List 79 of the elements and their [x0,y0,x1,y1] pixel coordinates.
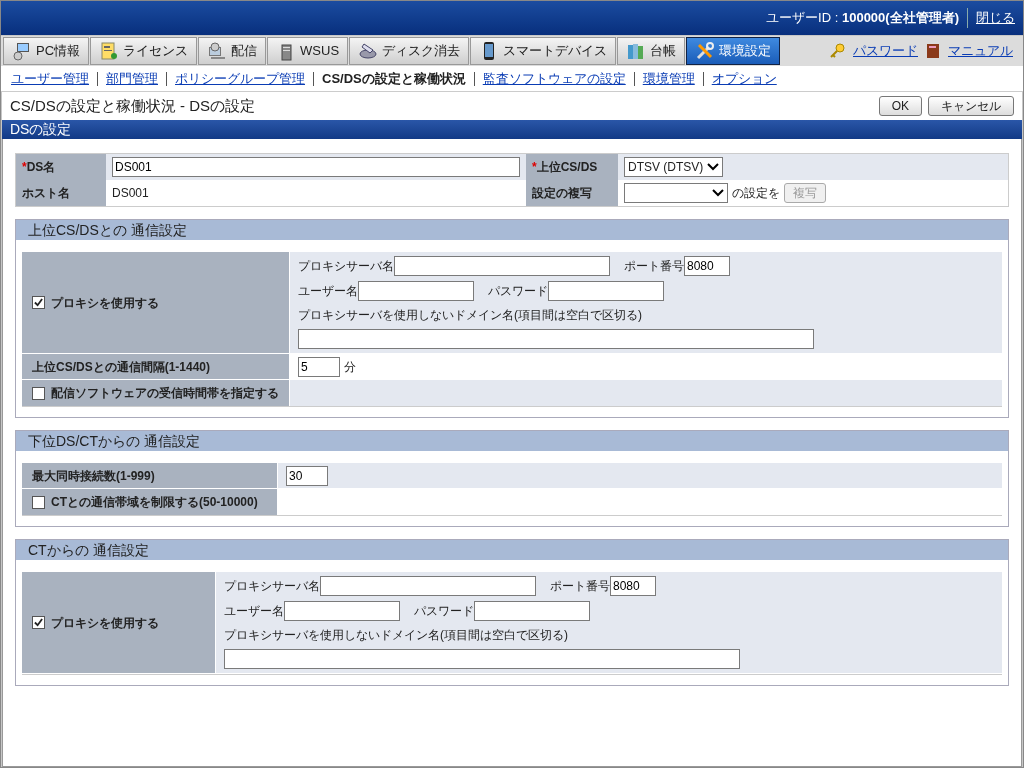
sub-navigation-link[interactable]: ポリシーグループ管理 [175,70,305,86]
row-label: 上位CS/DSとの通信間隔(1-1440) [32,358,211,376]
field-label: 設定の複写 [526,180,618,206]
nav-tab[interactable]: ライセンス [90,37,198,65]
field-label: パスワード [488,283,548,300]
password-field[interactable] [474,601,590,621]
nav-tab[interactable]: スマートデバイス [470,37,617,65]
sub-navigation-link[interactable]: 環境管理 [642,70,695,86]
user-name-field[interactable] [284,601,400,621]
sub-navigation-link[interactable]: オプション [711,70,777,86]
password-link[interactable]: パスワード [853,41,918,61]
field-label: ユーザー名 [224,603,284,620]
checkbox[interactable] [32,495,45,509]
row-label: プロキシを使用する [51,294,159,312]
field-label: ホスト名 [16,180,106,206]
excluded-domains-field[interactable] [298,329,814,349]
field-label: プロキシサーバ名 [298,258,394,275]
sub-navigation-link[interactable]: 部門管理 [106,70,158,86]
field-label: プロキシサーバ名 [224,578,320,595]
copy-source-select[interactable] [624,183,728,203]
nav-tab[interactable]: ディスク消去 [349,37,470,65]
chevron-down-icon [712,189,724,197]
required-mark: * [532,159,537,176]
proxy-server-field[interactable] [320,576,536,596]
row-label: CTとの通信帯域を制限する(50-10000) [51,494,258,511]
nav-tab[interactable]: 環境設定 [686,37,781,65]
upper-server-select[interactable]: DTSV (DTSV) [624,157,724,177]
ds-name-field[interactable]: DS001 [112,157,520,177]
field-label: ポート番号 [624,258,684,275]
field-label: パスワード [414,603,474,620]
port-field[interactable]: 8080 [610,576,656,596]
disk-icon [358,41,379,61]
page-title: CS/DSの設定と稼働状況 - DSの設定 [10,95,255,116]
manual-link[interactable]: マニュアル [948,41,1013,61]
field-label: DS名 [26,159,56,176]
host-name-value: DS001 [112,185,149,202]
proxy-server-field[interactable] [394,256,610,276]
checkbox[interactable] [32,616,45,629]
row-label: 配信ソフトウェアの受信時間帯を指定する [51,385,279,402]
computer-icon [12,41,32,61]
field-label: 上位CS/DS [536,159,598,176]
number-field[interactable]: 30 [286,465,328,486]
user-name-field[interactable] [358,281,474,301]
tools-icon [695,41,716,61]
sub-navigation-link[interactable]: 監査ソフトウェアの設定 [482,70,626,86]
chevron-down-icon [707,163,720,171]
nav-tab[interactable]: 配信 [198,37,267,65]
excluded-domains-field[interactable] [224,649,740,669]
monitor-icon [207,41,228,61]
action-button[interactable]: OK [878,96,922,116]
checkbox[interactable] [32,296,45,309]
password-field[interactable] [548,281,664,301]
section-title: 上位CS/DSとの 通信設定 [28,220,187,240]
copy-suffix-text: の設定を [732,185,780,202]
panel-title: DSの設定 [10,120,72,139]
sub-navigation-link[interactable]: CS/DSの設定と稼働状況 [322,70,466,86]
section-title: 下位DS/CTからの 通信設定 [28,431,200,451]
action-button[interactable]: キャンセル [928,96,1014,116]
checkbox[interactable] [32,386,45,400]
user-id-text: ユーザーID : 100000(全社管理者) [766,9,959,28]
sub-navigation-link[interactable]: ユーザー管理 [11,70,89,86]
required-mark: * [22,159,27,176]
certificate-icon [99,41,120,61]
nav-tab[interactable]: PC情報 [3,37,90,65]
number-field[interactable]: 5 [298,356,340,377]
row-label: プロキシを使用する [51,614,159,632]
field-label: ポート番号 [550,578,610,595]
close-link[interactable]: 閉じる [967,8,1015,28]
book-icon [926,43,940,59]
section-title: CTからの 通信設定 [28,540,149,560]
nav-tab[interactable]: WSUS [267,37,349,65]
nav-tab[interactable]: 台帳 [617,37,686,65]
row-label: 最大同時接続数(1-999) [32,467,155,485]
key-icon [829,43,845,59]
unit-text: 分 [344,358,356,376]
field-label: ユーザー名 [298,283,358,300]
port-field[interactable]: 8080 [684,256,730,276]
field-label: プロキシサーバを使用しないドメイン名(項目間は空白で区切る) [298,307,643,324]
field-label: プロキシサーバを使用しないドメイン名(項目間は空白で区切る) [224,627,569,644]
